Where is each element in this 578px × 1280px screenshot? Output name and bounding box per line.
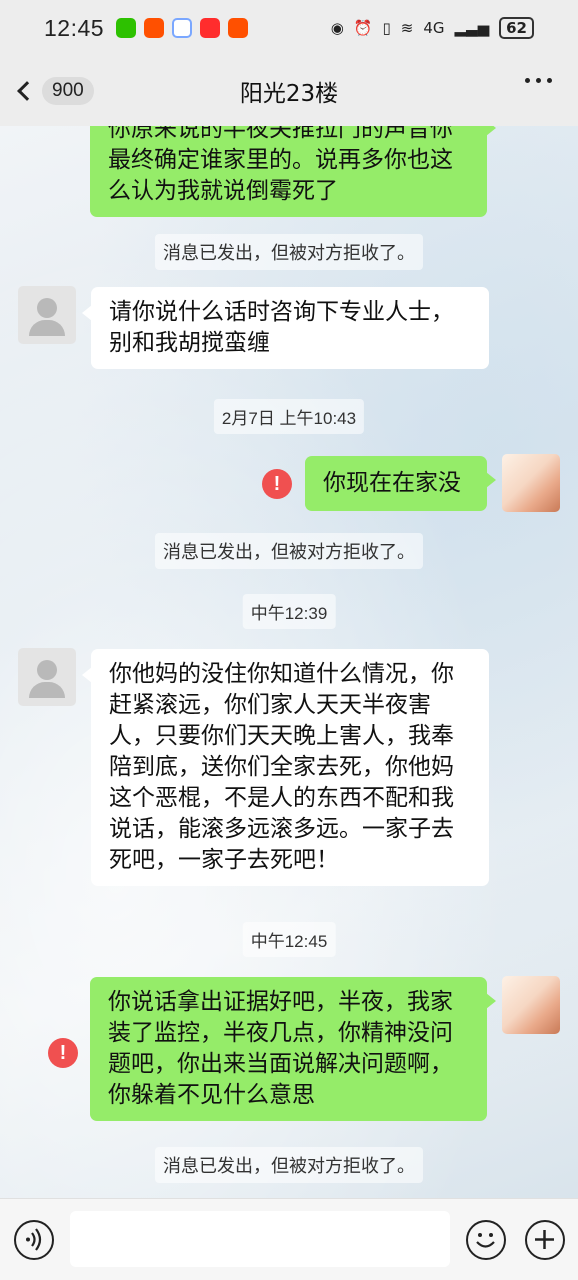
smiley-icon bbox=[476, 1233, 495, 1248]
rejected-notice: 消息已发出，但被对方拒收了。 bbox=[155, 234, 423, 270]
rejected-notice: 消息已发出，但被对方拒收了。 bbox=[155, 533, 423, 569]
voice-icon bbox=[26, 1228, 42, 1251]
vibrate-icon: ▯ bbox=[382, 19, 391, 37]
plus-icon bbox=[535, 1230, 554, 1249]
wechat-icon bbox=[116, 18, 137, 38]
status-right: ◉ ⏰ ▯ ≋ 4G ▂▃▅ 62 bbox=[331, 17, 534, 39]
message-bubble-sent[interactable]: 你原来说的半夜关推拉门的声音你最终确定谁家里的。说再多你也这么认为我就说倒霉死了 bbox=[90, 126, 496, 217]
message-bubble-received[interactable]: 请你说什么话时咨询下专业人士，别和我胡搅蛮缠 bbox=[82, 287, 489, 369]
more-functions-button[interactable] bbox=[525, 1220, 565, 1260]
my-avatar[interactable] bbox=[502, 976, 560, 1034]
unread-count-badge: 900 bbox=[42, 77, 94, 105]
network-type: 4G bbox=[423, 19, 445, 37]
chevron-left-icon bbox=[17, 81, 37, 101]
status-time: 12:45 bbox=[44, 14, 105, 41]
more-options-button[interactable] bbox=[525, 78, 552, 83]
more-dots-icon bbox=[525, 78, 530, 83]
my-avatar[interactable] bbox=[502, 454, 560, 512]
timestamp: 中午12:39 bbox=[242, 594, 336, 629]
back-button[interactable]: 900 bbox=[17, 77, 94, 105]
battery-icon: 62 bbox=[499, 17, 534, 39]
shopping-icon bbox=[200, 18, 221, 38]
chat-app-icon bbox=[172, 18, 193, 38]
input-bar bbox=[0, 1198, 578, 1280]
message-input[interactable] bbox=[70, 1211, 450, 1267]
alarm-icon: ⏰ bbox=[353, 19, 373, 37]
send-failed-icon[interactable]: ! bbox=[48, 1038, 78, 1068]
wifi-icon: ≋ bbox=[400, 19, 414, 37]
contact-avatar[interactable] bbox=[18, 648, 76, 706]
signal-icon: ▂▃▅ bbox=[454, 19, 490, 37]
contact-avatar[interactable] bbox=[18, 286, 76, 344]
emoji-button[interactable] bbox=[466, 1220, 506, 1260]
timestamp: 中午12:45 bbox=[242, 922, 336, 957]
status-bar: 12:45 ◉ ⏰ ▯ ≋ 4G ▂▃▅ 62 bbox=[0, 0, 578, 56]
timestamp: 2月7日 上午10:43 bbox=[213, 399, 365, 434]
message-bubble-sent[interactable]: 你现在在家没 bbox=[305, 456, 496, 511]
rejected-notice: 消息已发出，但被对方拒收了。 bbox=[155, 1147, 423, 1183]
chat-header: 900 阳光23楼 bbox=[0, 56, 578, 126]
chat-message-list[interactable]: 你原来说的半夜关推拉门的声音你最终确定谁家里的。说再多你也这么认为我就说倒霉死了… bbox=[0, 126, 578, 1198]
send-failed-icon[interactable]: ! bbox=[262, 469, 292, 499]
eye-icon: ◉ bbox=[330, 19, 344, 37]
message-bubble-sent[interactable]: 你说话拿出证据好吧，半夜，我家装了监控，半夜几点，你精神没问题吧，你出来当面说解… bbox=[90, 977, 496, 1121]
taobao-icon bbox=[144, 18, 165, 38]
message-bubble-received[interactable]: 你他妈的没住你知道什么情况，你赶紧滚远，你们家人天天半夜害人，只要你们天天晚上害… bbox=[82, 649, 489, 886]
taobao-icon-2 bbox=[228, 18, 249, 38]
status-app-icons bbox=[116, 18, 249, 38]
voice-input-button[interactable] bbox=[14, 1220, 54, 1260]
